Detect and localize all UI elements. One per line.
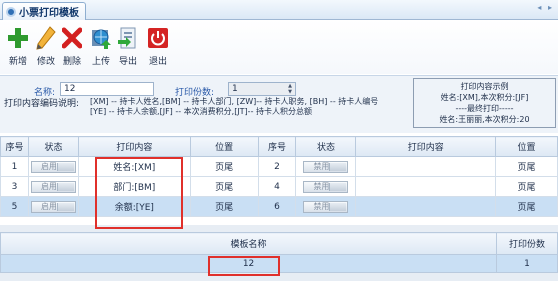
template-copies-cell[interactable]: 1	[496, 254, 558, 273]
example-line-3: 姓名:王丽丽,本次积分:20	[439, 115, 530, 124]
example-title: 打印内容示例	[460, 82, 509, 91]
col-header[interactable]: 状态	[295, 136, 357, 157]
position-cell[interactable]: 页尾	[495, 156, 558, 177]
codes-description-label: 打印内容编码说明:	[4, 99, 80, 109]
app-icon	[6, 6, 16, 17]
col-header-copies[interactable]: 打印份数	[496, 232, 558, 255]
print-content-cell[interactable]	[355, 176, 497, 197]
col-header[interactable]: 打印内容	[355, 136, 497, 157]
row-number: 2	[257, 156, 297, 177]
print-content-cell[interactable]	[355, 156, 497, 177]
col-header[interactable]: 位置	[189, 136, 259, 157]
add-button[interactable]: 新增	[6, 24, 30, 72]
col-header[interactable]: 序号	[257, 136, 297, 157]
print-content-grid: 序号 状态 打印内容 位置 序号 状态 打印内容 位置 1 启用 姓名:[XM]…	[0, 136, 558, 217]
position-cell[interactable]: 页尾	[189, 176, 259, 197]
name-input[interactable]: 12	[60, 82, 154, 96]
export-icon	[118, 26, 138, 50]
row-number: 3	[0, 176, 29, 197]
col-header[interactable]: 打印内容	[77, 136, 191, 157]
status-toggle[interactable]: 启用	[30, 160, 76, 173]
highlight-template-name	[208, 256, 280, 276]
position-cell[interactable]: 页尾	[189, 156, 259, 177]
col-header[interactable]: 状态	[27, 136, 79, 157]
grid-header-row: 序号 状态 打印内容 位置 序号 状态 打印内容 位置	[0, 136, 558, 157]
upload-globe-icon	[91, 26, 111, 50]
highlight-print-content	[95, 157, 183, 229]
spinner-arrows-icon[interactable]: ▲ ▼	[285, 83, 295, 95]
toolbar: 新增 修改 删除 上传 导出 退出	[0, 20, 558, 74]
table-row[interactable]: 1 启用 姓名:[XM] 页尾 2 禁用 页尾	[0, 156, 558, 177]
pencil-icon	[36, 26, 56, 50]
power-icon	[148, 26, 168, 50]
print-content-cell[interactable]	[355, 196, 497, 217]
col-header[interactable]: 序号	[0, 136, 29, 157]
exit-label: 退出	[148, 57, 167, 67]
status-toggle[interactable]: 禁用	[303, 180, 349, 193]
col-header-template-name[interactable]: 模板名称	[0, 232, 498, 255]
row-number: 5	[0, 196, 29, 217]
status-toggle[interactable]: 禁用	[303, 160, 349, 173]
template-header-row: 模板名称 打印份数	[0, 232, 558, 255]
status-toggle[interactable]: 启用	[30, 200, 76, 213]
status-toggle[interactable]: 禁用	[303, 200, 349, 213]
plus-icon	[8, 26, 28, 50]
col-header[interactable]: 位置	[495, 136, 558, 157]
status-toggle[interactable]: 启用	[30, 180, 76, 193]
table-row[interactable]: 3 启用 部门:[BM] 页尾 4 禁用 页尾	[0, 176, 558, 197]
row-number: 4	[257, 176, 297, 197]
tab-title: 小票打印模板	[19, 8, 79, 19]
position-cell[interactable]: 页尾	[189, 196, 259, 217]
position-cell[interactable]: 页尾	[495, 196, 558, 217]
delete-button[interactable]: 删除	[60, 24, 84, 72]
row-number: 1	[0, 156, 29, 177]
position-cell[interactable]: 页尾	[495, 176, 558, 197]
export-button[interactable]: 导出	[116, 24, 140, 72]
print-example-box: 打印内容示例 姓名:[XM],本次积分:[JF] ----最终打印----- 姓…	[413, 78, 556, 128]
codes-line-2: [YE] -- 持卡人余额,[JF] -- 本次消费积分,[JT]-- 持卡人积…	[90, 107, 312, 116]
table-row[interactable]: 5 启用 余额:[YE] 页尾 6 禁用 页尾	[0, 196, 558, 217]
example-line-2: ----最终打印-----	[455, 104, 514, 113]
tab-scroll-arrows[interactable]: ◂ ▸	[537, 3, 554, 12]
row-number: 6	[257, 196, 297, 217]
example-line-1: 姓名:[XM],本次积分:[JF]	[440, 93, 529, 102]
tab-receipt-template[interactable]: 小票打印模板	[2, 2, 86, 20]
exit-button[interactable]: 退出	[146, 24, 170, 72]
tab-bar: 小票打印模板 ◂ ▸	[0, 0, 558, 20]
delete-x-icon	[61, 26, 83, 50]
